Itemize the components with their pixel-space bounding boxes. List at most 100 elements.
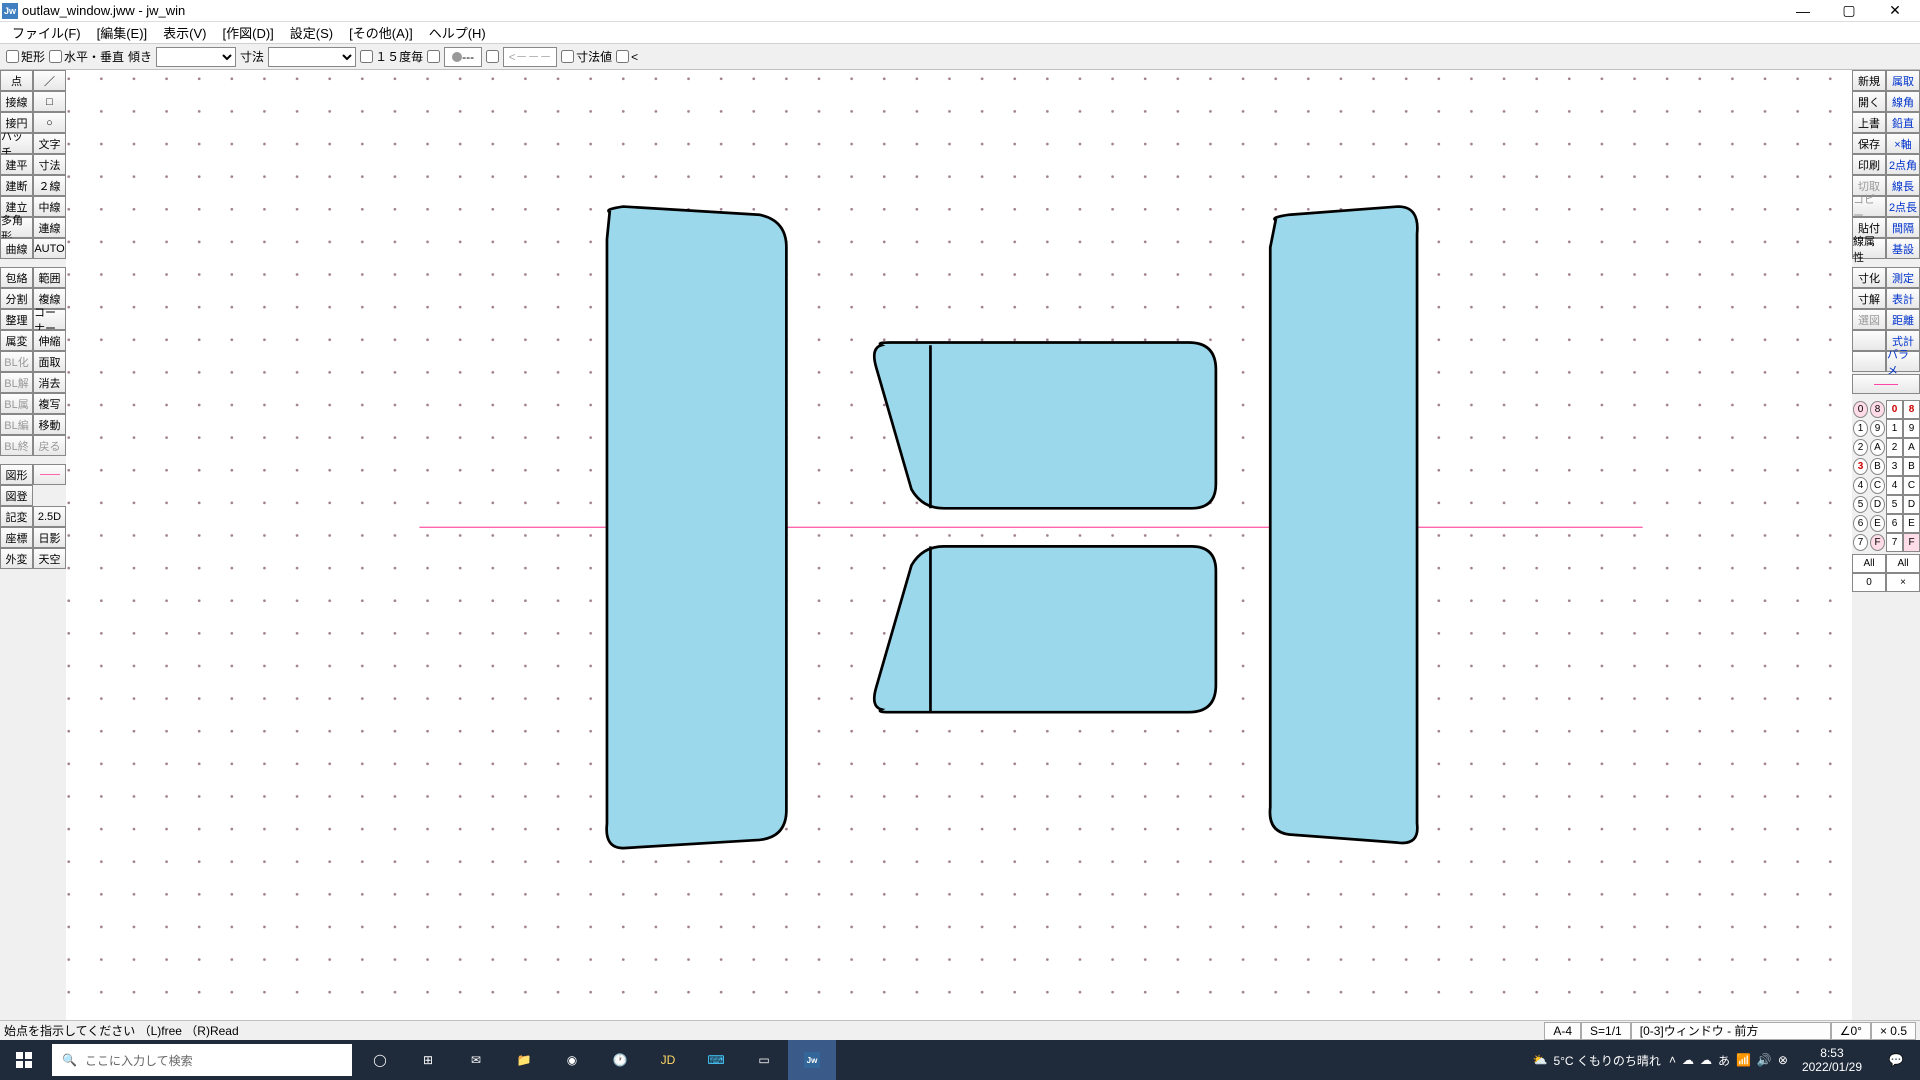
- layer-3-3[interactable]: B: [1903, 457, 1920, 476]
- tool-図登[interactable]: 図登: [0, 485, 33, 506]
- tool-BL属[interactable]: BL属: [0, 393, 33, 414]
- layer-5-0[interactable]: 5: [1853, 496, 1868, 513]
- rect-check[interactable]: 矩形: [6, 48, 45, 65]
- start-button[interactable]: [0, 1040, 48, 1080]
- layer-7-2[interactable]: 7: [1886, 533, 1903, 552]
- layer-5-2[interactable]: 5: [1886, 495, 1903, 514]
- layer-0-3[interactable]: 8: [1903, 400, 1920, 419]
- onedrive2-icon[interactable]: ☁: [1700, 1053, 1712, 1067]
- tool-図形[interactable]: 図形: [0, 464, 33, 485]
- taskview-icon[interactable]: ⊞: [404, 1040, 452, 1080]
- tool-消去[interactable]: 消去: [33, 372, 66, 393]
- layer-1-2[interactable]: 1: [1886, 419, 1903, 438]
- tool-BL化[interactable]: BL化: [0, 351, 33, 372]
- menu-edit[interactable]: [編集(E)]: [89, 22, 156, 43]
- rtool-選図[interactable]: 選図: [1852, 309, 1886, 330]
- tool-移動[interactable]: 移動: [33, 414, 66, 435]
- chevron-up-icon[interactable]: ˄: [1669, 1053, 1676, 1067]
- layer-3-0[interactable]: 3: [1853, 458, 1868, 475]
- status-zoom[interactable]: × 0.5: [1871, 1022, 1916, 1040]
- rtool-鉛直[interactable]: 鉛直: [1886, 112, 1920, 133]
- rtool-表計[interactable]: 表計: [1886, 288, 1920, 309]
- dimval-check[interactable]: 寸法値: [561, 48, 612, 65]
- tool-複写[interactable]: 複写: [33, 393, 66, 414]
- layer-all-right[interactable]: All: [1886, 554, 1920, 573]
- linestyle-button[interactable]: <－－－: [503, 47, 557, 67]
- weather-widget[interactable]: ⛅ 5°C くもりのち晴れ: [1529, 1052, 1665, 1069]
- layer-x[interactable]: ×: [1886, 573, 1920, 592]
- tool-日影[interactable]: 日影: [33, 527, 66, 548]
- rtool-距離[interactable]: 距離: [1886, 309, 1920, 330]
- rtool-パラメ[interactable]: パラメ: [1886, 351, 1920, 372]
- tool-□[interactable]: □: [33, 91, 66, 112]
- tool-２線[interactable]: ２線: [33, 175, 66, 196]
- onedrive-icon[interactable]: ☁: [1682, 1053, 1694, 1067]
- maximize-button[interactable]: ▢: [1826, 0, 1872, 22]
- rtool-上書[interactable]: 上書: [1852, 112, 1886, 133]
- tool-点[interactable]: 点: [0, 70, 33, 91]
- rtool-基設[interactable]: 基設: [1886, 238, 1920, 259]
- layer-2-0[interactable]: 2: [1853, 439, 1868, 456]
- cortana-icon[interactable]: ◯: [356, 1040, 404, 1080]
- layer-2-2[interactable]: 2: [1886, 438, 1903, 457]
- layer-1-0[interactable]: 1: [1853, 420, 1868, 437]
- tool-属変[interactable]: 属変: [0, 330, 33, 351]
- tool-BL編[interactable]: BL編: [0, 414, 33, 435]
- rtool-属取[interactable]: 属取: [1886, 70, 1920, 91]
- hv-check[interactable]: 水平・垂直: [49, 48, 124, 65]
- terminal-icon[interactable]: ▭: [740, 1040, 788, 1080]
- layer-6-1[interactable]: E: [1870, 515, 1885, 532]
- menu-settings[interactable]: 設定(S): [282, 22, 341, 43]
- layer-4-0[interactable]: 4: [1853, 477, 1868, 494]
- line-check[interactable]: [486, 50, 499, 63]
- layer-6-0[interactable]: 6: [1853, 515, 1868, 532]
- menu-view[interactable]: 表示(V): [155, 22, 214, 43]
- layer-3-1[interactable]: B: [1870, 458, 1885, 475]
- tool-整理[interactable]: 整理: [0, 309, 33, 330]
- layer-5-1[interactable]: D: [1870, 496, 1885, 513]
- chrome-icon[interactable]: ◉: [548, 1040, 596, 1080]
- tool-多角形[interactable]: 多角形: [0, 217, 33, 238]
- tool-記変[interactable]: 記変: [0, 506, 33, 527]
- volume-icon[interactable]: 🔊: [1757, 1053, 1772, 1067]
- layer-4-3[interactable]: C: [1903, 476, 1920, 495]
- systray[interactable]: ˄ ☁ ☁ あ 📶 🔊 ⊗: [1665, 1052, 1792, 1069]
- rtool-寸化[interactable]: 寸化: [1852, 267, 1886, 288]
- tool-分割[interactable]: 分割: [0, 288, 33, 309]
- tool-BL終[interactable]: BL終: [0, 435, 33, 456]
- drawing-canvas[interactable]: [66, 70, 1852, 1020]
- taskbar-search[interactable]: 🔍 ここに入力して検索: [52, 1044, 352, 1076]
- rtool-測定[interactable]: 測定: [1886, 267, 1920, 288]
- dim-combo[interactable]: [268, 47, 356, 67]
- wifi-icon[interactable]: 📶: [1736, 1053, 1751, 1067]
- tool-外変[interactable]: 外変: [0, 548, 33, 569]
- clock-icon[interactable]: 🕐: [596, 1040, 644, 1080]
- tool-建断[interactable]: 建断: [0, 175, 33, 196]
- explorer-icon[interactable]: 📁: [500, 1040, 548, 1080]
- layer-4-2[interactable]: 4: [1886, 476, 1903, 495]
- tool-伸縮[interactable]: 伸縮: [33, 330, 66, 351]
- tool-曲線[interactable]: 曲線: [0, 238, 33, 259]
- layer-4-1[interactable]: C: [1870, 477, 1885, 494]
- tool-linecolor[interactable]: [33, 464, 66, 485]
- rtool-保存[interactable]: 保存: [1852, 133, 1886, 154]
- rtool-間隔[interactable]: 間隔: [1886, 217, 1920, 238]
- rtool-×軸[interactable]: ×軸: [1886, 133, 1920, 154]
- layer-2-1[interactable]: A: [1870, 439, 1885, 456]
- rtool-線長[interactable]: 線長: [1886, 175, 1920, 196]
- tool-コーナー[interactable]: コーナー: [33, 309, 66, 330]
- close-tray-icon[interactable]: ⊗: [1778, 1053, 1788, 1067]
- tool-建平[interactable]: 建平: [0, 154, 33, 175]
- menu-other[interactable]: [その他(A)]: [341, 22, 421, 43]
- tool-寸法[interactable]: 寸法: [33, 154, 66, 175]
- layer-6-2[interactable]: 6: [1886, 514, 1903, 533]
- color-button[interactable]: ---: [444, 47, 482, 67]
- layer-2-3[interactable]: A: [1903, 438, 1920, 457]
- menu-help[interactable]: ヘルプ(H): [421, 22, 494, 43]
- tool-2.5D[interactable]: 2.5D: [33, 506, 66, 527]
- layer-7-0[interactable]: 7: [1853, 534, 1868, 551]
- rtool-2点角[interactable]: 2点角: [1886, 154, 1920, 175]
- rtool-線属性[interactable]: 線属性: [1852, 238, 1886, 259]
- lineattr-sample[interactable]: [1852, 374, 1920, 394]
- taskbar-clock[interactable]: 8:53 2022/01/29: [1792, 1046, 1872, 1075]
